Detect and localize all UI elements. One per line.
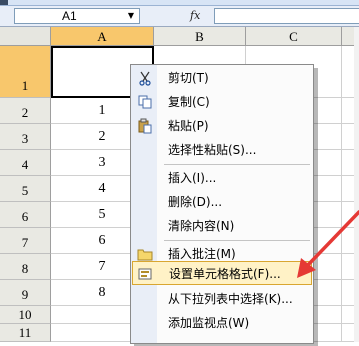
row-header-6[interactable]: 6	[0, 202, 51, 228]
menu-item-insert[interactable]: 插入(I)...	[132, 166, 312, 190]
menu-item-paste-special[interactable]: 选择性粘贴(S)...	[132, 138, 312, 162]
menu-item-label: 插入(I)...	[168, 171, 217, 185]
menu-item-label: 复制(C)	[168, 95, 210, 109]
menu-item-cut[interactable]: 剪切(T)	[132, 66, 312, 90]
menu-item-paste[interactable]: 粘贴(P)	[132, 114, 312, 138]
menu-separator	[164, 240, 310, 241]
formula-bar: A1 ▼ fx	[0, 6, 359, 27]
menu-item-label: 设置单元格格式(F)...	[169, 267, 281, 281]
menu-separator	[164, 164, 310, 165]
row-header-11[interactable]: 11	[0, 324, 51, 342]
window-corner	[0, 0, 8, 5]
row-header-7[interactable]: 7	[0, 228, 51, 254]
column-header-b[interactable]: B	[154, 27, 246, 46]
menu-item-label: 添加监视点(W)	[168, 316, 250, 330]
menu-item-format-cells[interactable]: 设置单元格格式(F)...	[132, 261, 312, 285]
column-header-a[interactable]: A	[51, 27, 154, 46]
row-header-8[interactable]: 8	[0, 254, 51, 280]
name-box-value: A1	[62, 9, 77, 23]
menu-item-label: 清除内容(N)	[168, 219, 235, 233]
select-all-corner[interactable]	[0, 27, 51, 46]
row-header-5[interactable]: 5	[0, 176, 51, 202]
menu-item-label: 从下拉列表中选择(K)...	[168, 292, 293, 306]
formula-input[interactable]	[214, 8, 359, 24]
scissors-icon	[137, 70, 153, 86]
function-icon[interactable]: fx	[190, 8, 200, 24]
name-box[interactable]: A1 ▼	[14, 8, 140, 24]
grid-line-cd	[341, 46, 342, 342]
menu-item-label: 插入批注(M)	[168, 247, 236, 261]
comment-icon	[137, 246, 153, 262]
format-cells-icon	[138, 266, 154, 282]
chevron-down-icon[interactable]: ▼	[125, 9, 137, 23]
menu-item-clear-contents[interactable]: 清除内容(N)	[132, 214, 312, 238]
menu-item-label: 粘贴(P)	[168, 119, 209, 133]
paste-icon	[137, 118, 153, 134]
copy-icon	[137, 94, 153, 110]
row-header-9[interactable]: 9	[0, 280, 51, 306]
row-header-3[interactable]: 3	[0, 124, 51, 150]
menu-item-copy[interactable]: 复制(C)	[132, 90, 312, 114]
menu-item-label: 剪切(T)	[168, 71, 209, 85]
menu-item-pick-from-list[interactable]: 从下拉列表中选择(K)...	[132, 287, 312, 311]
menu-item-add-watch[interactable]: 添加监视点(W)	[132, 311, 312, 335]
menu-item-label: 选择性粘贴(S)...	[168, 143, 257, 157]
menu-item-label: 删除(D)...	[168, 195, 223, 209]
row-header-2[interactable]: 2	[0, 98, 51, 124]
column-header-c[interactable]: C	[246, 27, 342, 46]
row-header-1[interactable]: 1	[0, 46, 51, 98]
menu-item-delete[interactable]: 删除(D)...	[132, 190, 312, 214]
context-menu: 剪切(T) 复制(C) 粘贴(P) 选择性粘贴(S)... 插入(I)... 删…	[130, 64, 314, 344]
window-right-edge	[354, 27, 359, 342]
row-header-10[interactable]: 10	[0, 306, 51, 324]
row-header-4[interactable]: 4	[0, 150, 51, 176]
